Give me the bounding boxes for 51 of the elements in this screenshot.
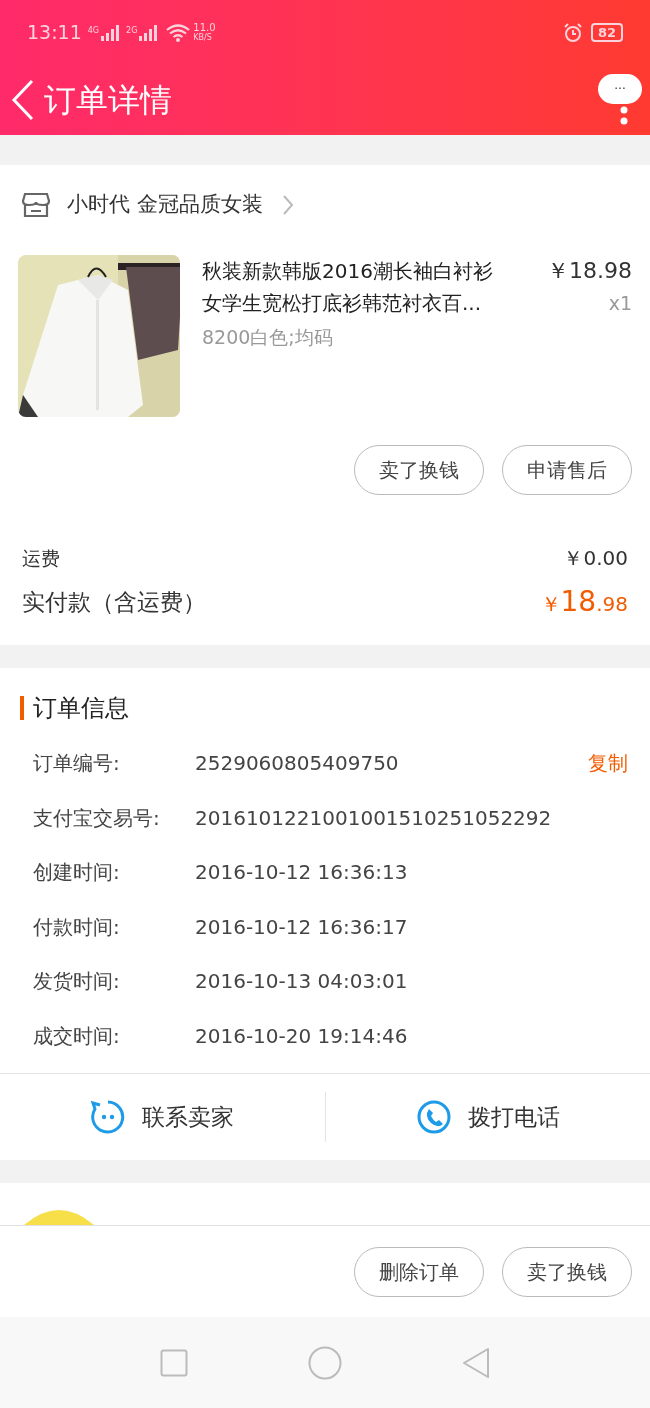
- total-amount: ￥18.98: [540, 584, 628, 620]
- contact-button[interactable]: 联系卖家: [90, 1099, 235, 1135]
- network-type: 4G: [87, 24, 100, 37]
- product-price: ￥18.98: [547, 257, 632, 285]
- speed-unit: KB/S: [193, 32, 213, 43]
- clock-time: 13:11: [27, 20, 82, 46]
- info-value: 2016101221001001510251052292: [195, 804, 552, 832]
- coin-avatar-icon: [24, 1210, 94, 1225]
- info-label: 成交时间:: [33, 1022, 121, 1050]
- network-type: 2G: [126, 24, 138, 37]
- battery-indicator: 82: [590, 23, 623, 42]
- page-title: 订单详情: [44, 80, 172, 121]
- product-title[interactable]: 女学生宽松打底衫韩范衬衣百...: [202, 287, 547, 319]
- network-speed: 11.0: [193, 22, 216, 33]
- total-label: 实付款（含运费）: [22, 587, 206, 617]
- home-icon[interactable]: [308, 1345, 342, 1380]
- alarm-icon: [562, 22, 583, 43]
- info-label: 支付宝交易号:: [33, 804, 161, 832]
- info-value: 2016-10-13 04:03:01: [195, 968, 408, 996]
- shipping-fee: ￥0.00: [563, 545, 628, 572]
- item-action-button[interactable]: 申请售后: [502, 445, 632, 495]
- chat-face-icon: [90, 1099, 127, 1135]
- product-variant: 8200白色;均码: [202, 325, 334, 350]
- back-nav-icon[interactable]: [462, 1346, 490, 1379]
- info-value: 2016-10-12 16:36:17: [195, 913, 408, 941]
- back-icon[interactable]: [10, 79, 36, 121]
- signal-icon: [100, 24, 121, 41]
- info-label: 付款时间:: [33, 913, 121, 941]
- order-action-button[interactable]: 删除订单: [354, 1246, 484, 1297]
- shop-name[interactable]: 小时代 金冠品质女装: [67, 189, 263, 221]
- product-title[interactable]: 秋装新款韩版2016潮长袖白衬衫: [202, 255, 547, 287]
- product-quantity: x1: [608, 291, 632, 316]
- recents-icon[interactable]: [160, 1348, 188, 1377]
- contact-button[interactable]: 拨打电话: [415, 1099, 560, 1135]
- info-value: 2529060805409750: [195, 750, 399, 778]
- info-label: 订单编号:: [33, 750, 121, 778]
- item-action-button[interactable]: 卖了换钱: [354, 445, 484, 495]
- info-label: 创建时间:: [33, 859, 121, 887]
- signal-icon: [138, 24, 159, 41]
- info-value: 2016-10-20 19:14:46: [195, 1022, 408, 1050]
- chevron-right-icon[interactable]: [280, 194, 295, 216]
- info-value: 2016-10-12 16:36:13: [195, 859, 408, 887]
- more-button[interactable]: ···: [598, 74, 642, 104]
- shop-icon: [22, 192, 50, 218]
- info-label: 发货时间:: [33, 968, 121, 996]
- shipping-label: 运费: [22, 545, 60, 571]
- wifi-icon: [166, 23, 191, 42]
- dots-icon[interactable]: [620, 106, 628, 126]
- section-title: 订单信息: [33, 693, 129, 724]
- order-action-button[interactable]: 卖了换钱: [502, 1246, 632, 1297]
- phone-icon: [415, 1099, 452, 1135]
